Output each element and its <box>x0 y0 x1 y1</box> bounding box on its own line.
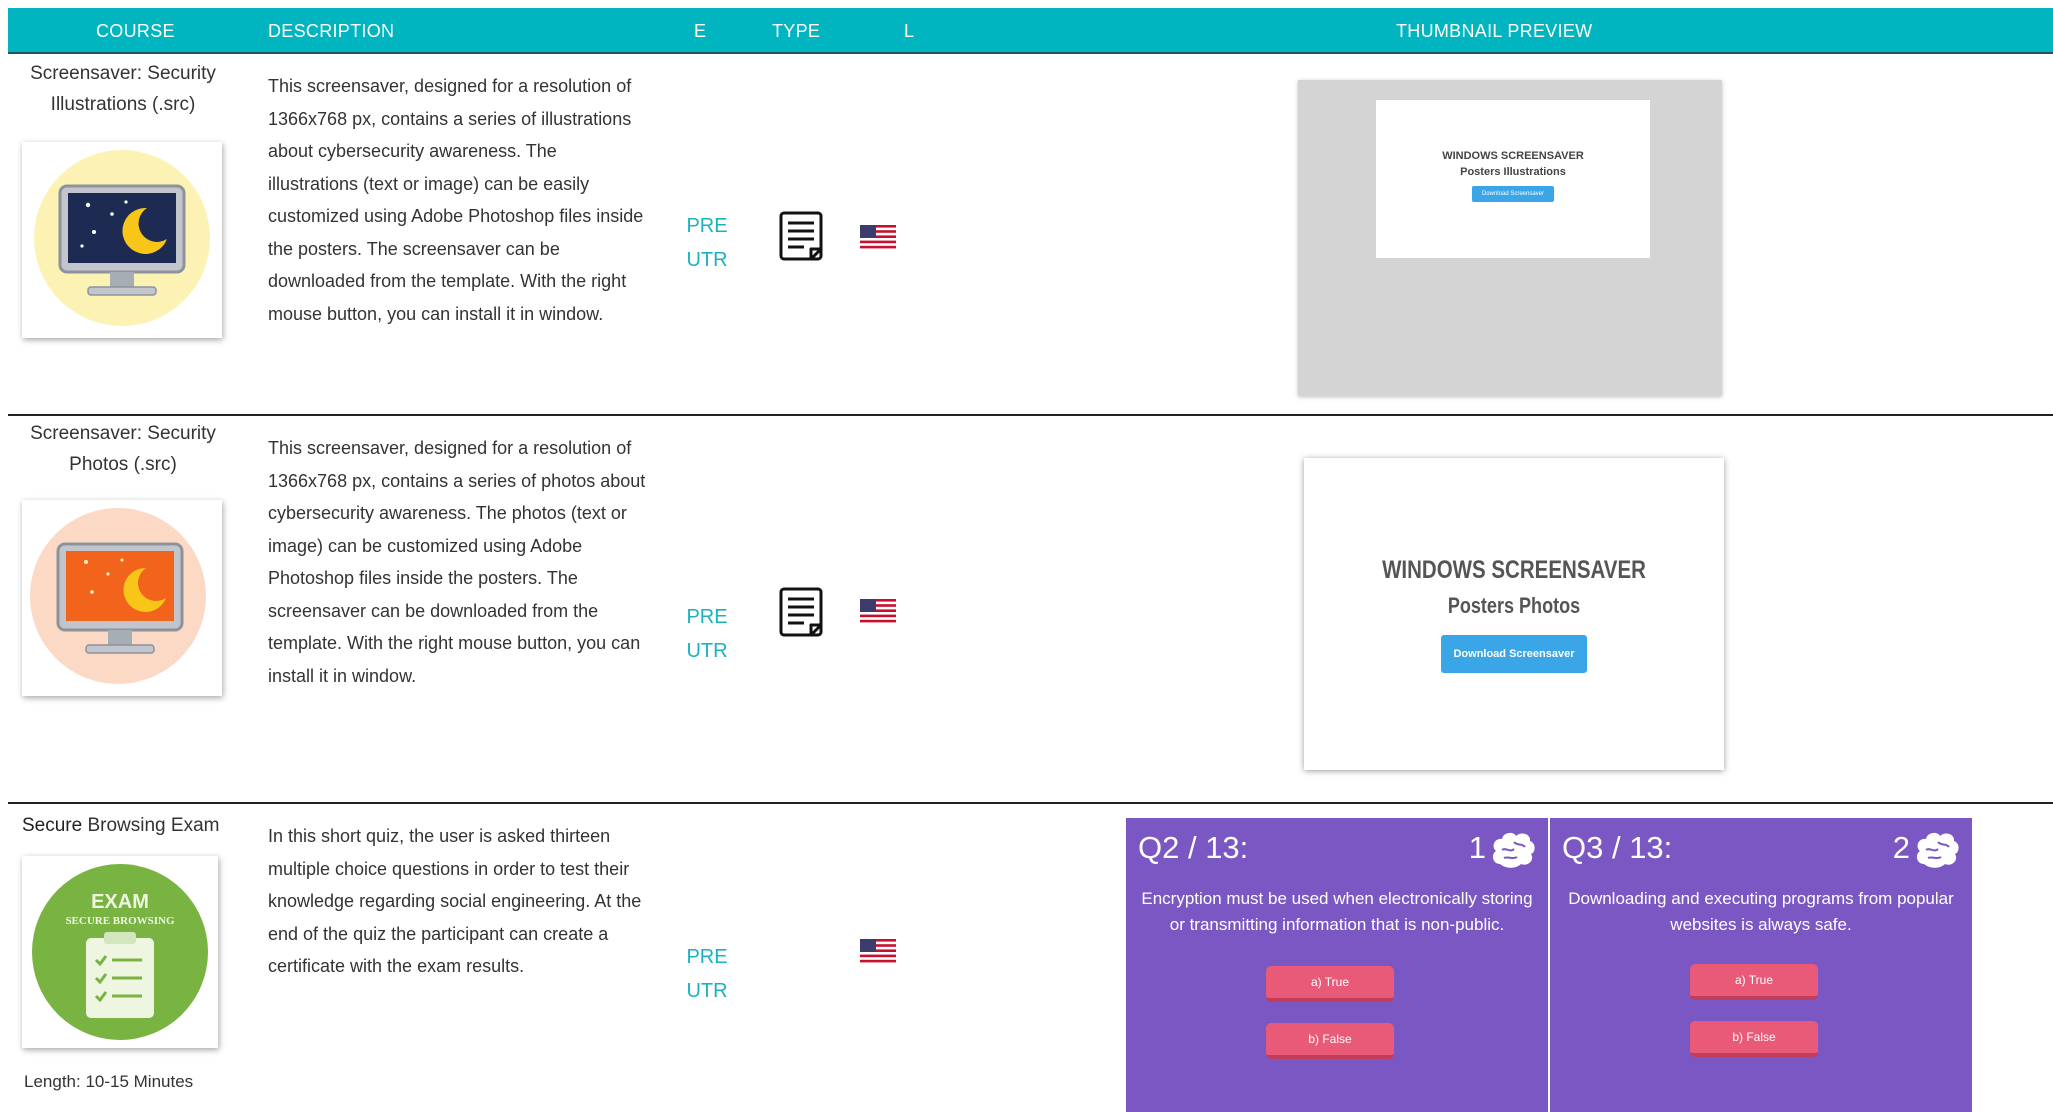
e-line1: PRE <box>686 946 728 968</box>
e-column: PRE UTR <box>682 600 732 668</box>
monitor-night-moon-icon <box>22 142 222 338</box>
e-line1: PRE <box>686 606 728 628</box>
quiz-score: 2 <box>1892 830 1910 865</box>
document-icon <box>779 587 823 637</box>
course-description: In this short quiz, the user is asked th… <box>268 826 642 976</box>
quiz-preview[interactable]: Q3 / 13: 2 Downloading and executing pro… <box>1550 818 1972 1112</box>
column-header-type: TYPE <box>772 21 821 41</box>
thumbnail-subtitle: Posters Illustrations <box>1460 166 1566 178</box>
thumbnail-preview[interactable]: WINDOWS SCREENSAVER Posters Photos Downl… <box>1304 458 1724 770</box>
exam-badge-line2: SECURE BROWSING <box>65 915 175 927</box>
exam-badge-line1: EXAM <box>91 891 149 913</box>
column-header-e: E <box>694 21 707 41</box>
course-title-bold: Secure <box>22 815 83 836</box>
monitor-orange-moon-icon <box>22 500 222 696</box>
course-title: Screensaver: Security Photos (.src) <box>30 423 216 475</box>
table-row: Secure Browsing Exam EXAM SECURE BROWSIN… <box>8 806 2053 1112</box>
column-header-course: COURSE <box>96 21 175 41</box>
course-thumbnail[interactable] <box>22 142 222 338</box>
download-screensaver-button[interactable]: Download Screensaver <box>1471 186 1555 202</box>
course-description: This screensaver, designed for a resolut… <box>268 438 646 686</box>
e-column: PRE UTR <box>682 940 732 1008</box>
course-thumbnail[interactable] <box>22 500 222 696</box>
thumbnail-title: WINDOWS SCREENSAVER <box>1382 556 1646 584</box>
e-line2: UTR <box>686 980 728 1002</box>
screensaver-card: WINDOWS SCREENSAVER Posters Illustration… <box>1376 100 1650 258</box>
question-text: Downloading and executing programs from … <box>1568 889 1954 934</box>
question-text: Encryption must be used when electronica… <box>1141 889 1533 934</box>
e-line1: PRE <box>686 215 728 237</box>
brain-icon <box>1492 832 1535 868</box>
quiz-score: 1 <box>1468 830 1486 865</box>
course-title: Screensaver: Security Illustrations (.sr… <box>30 63 216 115</box>
answer-b-button[interactable]: b) False <box>1690 1021 1818 1057</box>
us-flag-icon[interactable] <box>860 939 896 963</box>
download-screensaver-button[interactable]: Download Screensaver <box>1441 635 1587 673</box>
table-header: COURSE DESCRIPTION E TYPE L THUMBNAIL PR… <box>8 8 2053 54</box>
question-number: Q3 / 13: <box>1562 830 1673 865</box>
thumbnail-subtitle: Posters Photos <box>1447 593 1581 618</box>
column-header-thumbnail: THUMBNAIL PREVIEW <box>1396 21 1593 41</box>
table-row: Screensaver: Security Illustrations (.sr… <box>8 56 2053 416</box>
us-flag-icon[interactable] <box>860 599 896 623</box>
us-flag-icon[interactable] <box>860 225 896 249</box>
course-title-rest: Browsing Exam <box>82 815 220 836</box>
answer-a-button[interactable]: a) True <box>1266 966 1394 1002</box>
brain-icon <box>1916 832 1959 868</box>
table-row: Screensaver: Security Photos (.src) This… <box>8 418 2053 804</box>
quiz-preview[interactable]: Q2 / 13: 1 Encryption must be used when … <box>1126 818 1548 1112</box>
e-line2: UTR <box>686 249 728 271</box>
course-length: Length: 10-15 Minutes <box>24 1072 194 1091</box>
e-line2: UTR <box>686 640 728 662</box>
exam-clipboard-icon: EXAM SECURE BROWSING <box>22 856 218 1048</box>
e-column: PRE UTR <box>682 209 732 277</box>
document-icon <box>779 211 823 261</box>
answer-b-button[interactable]: b) False <box>1266 1023 1394 1059</box>
column-header-description: DESCRIPTION <box>268 21 395 41</box>
course-description: This screensaver, designed for a resolut… <box>268 76 644 324</box>
thumbnail-title: WINDOWS SCREENSAVER <box>1442 150 1584 162</box>
course-thumbnail[interactable]: EXAM SECURE BROWSING <box>22 856 218 1048</box>
thumbnail-preview[interactable]: WINDOWS SCREENSAVER Posters Illustration… <box>1298 80 1722 396</box>
course-title: Secure Browsing Exam <box>22 810 219 841</box>
answer-a-button[interactable]: a) True <box>1690 964 1818 1000</box>
column-header-l: L <box>904 21 915 41</box>
question-number: Q2 / 13: <box>1138 830 1249 865</box>
